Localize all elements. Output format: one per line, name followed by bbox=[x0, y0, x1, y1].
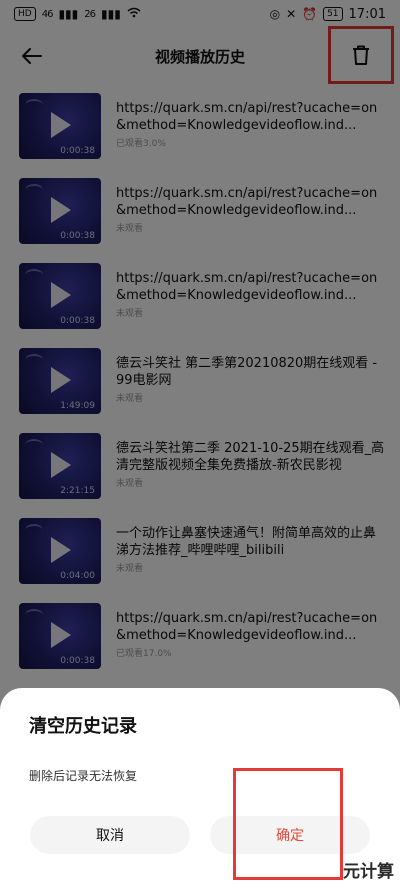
dialog-description: 删除后记录无法恢复 bbox=[29, 769, 138, 783]
watermark: 元计算 bbox=[343, 862, 394, 882]
confirm-highlight-outline bbox=[233, 768, 343, 880]
cancel-button[interactable]: 取消 bbox=[30, 816, 190, 854]
dialog-title: 清空历史记录 bbox=[29, 716, 137, 737]
